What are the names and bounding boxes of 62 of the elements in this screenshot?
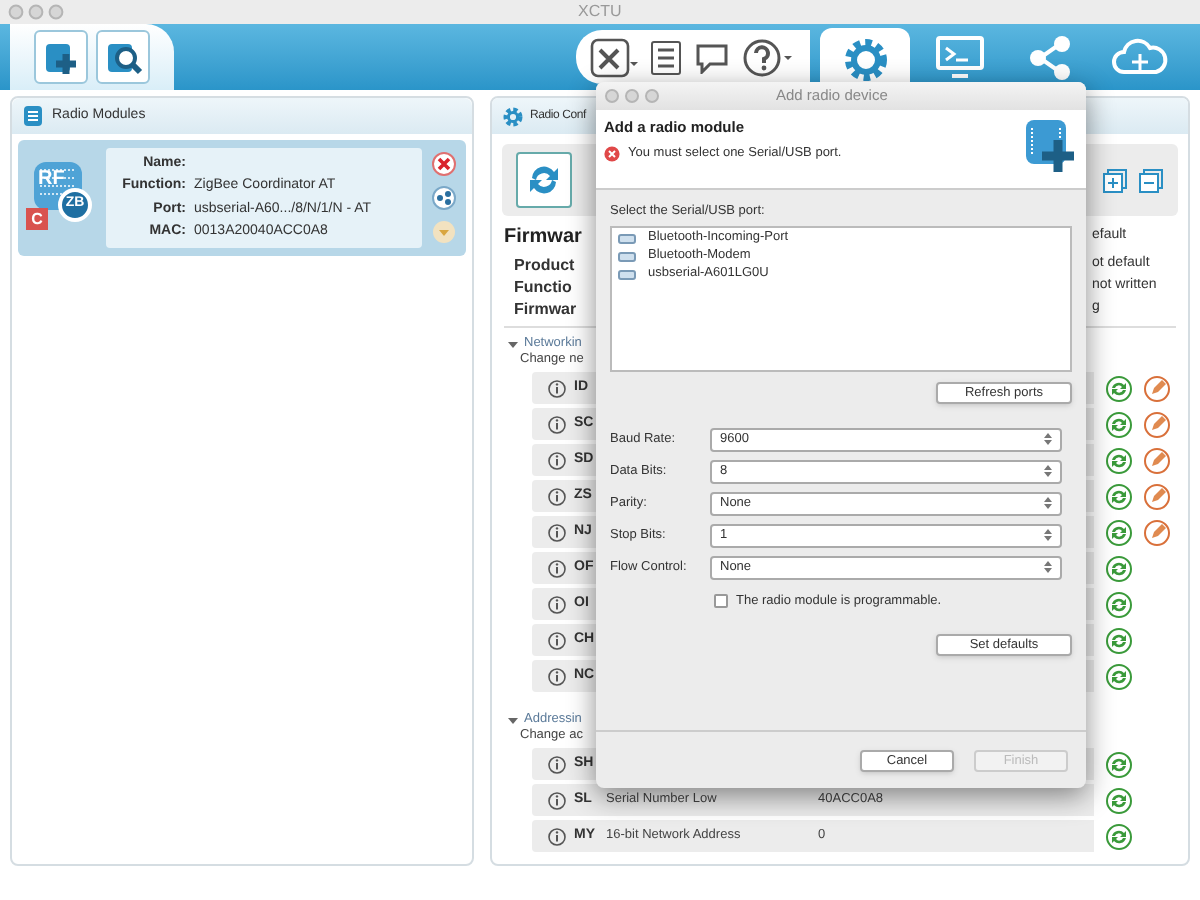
info-icon[interactable] [548,379,566,397]
refresh-icon[interactable] [1106,751,1132,777]
info-icon[interactable] [548,523,566,541]
protocol-label: RF [38,166,65,194]
refresh-icon[interactable] [1106,411,1132,437]
expander-icon[interactable] [508,339,518,349]
programmable-checkbox[interactable] [714,594,728,609]
stepper-icon [1044,496,1052,511]
error-icon [604,146,620,163]
info-icon[interactable] [548,415,566,433]
refresh-icon[interactable] [1106,663,1132,689]
network-icon[interactable] [432,186,456,210]
chat-icon[interactable] [694,41,730,73]
refresh-icon[interactable] [1106,823,1132,849]
monitor-icon [934,33,986,81]
gear-icon [839,33,891,85]
stepper-icon [1044,560,1052,575]
module-icon [22,104,44,128]
read-button[interactable] [516,152,572,208]
refresh-icon[interactable] [1106,375,1132,401]
stepper-icon [1044,464,1052,479]
pencil-icon[interactable] [1144,519,1170,545]
pencil-icon[interactable] [1144,447,1170,473]
stepper-icon [1044,528,1052,543]
pencil-icon[interactable] [1144,411,1170,437]
refresh-icon[interactable] [1106,591,1132,617]
firmware-label: Functio [512,275,572,299]
window-title: XCTU [578,0,622,24]
tools-icon[interactable] [590,37,638,77]
refresh-icon[interactable] [1106,787,1132,813]
info-icon[interactable] [548,755,566,773]
list-icon[interactable] [650,39,682,75]
network-icon [1024,33,1076,81]
firmware-title: Firmwar [504,223,582,251]
info-icon[interactable] [548,487,566,505]
stepper-icon [1044,432,1052,447]
info-icon[interactable] [548,667,566,685]
add-module-button[interactable] [34,30,88,84]
close-icon[interactable] [432,152,456,176]
firmware-label: Product [512,253,575,277]
add-module-icon [1022,116,1078,176]
info-icon[interactable] [548,559,566,577]
pencil-icon[interactable] [1144,483,1170,509]
role-badge: C [26,208,48,230]
refresh-icon[interactable] [1106,627,1132,653]
pencil-icon[interactable] [1144,375,1170,401]
refresh-icon[interactable] [1106,519,1132,545]
refresh-icon[interactable] [1106,483,1132,509]
refresh-icon[interactable] [1106,555,1132,581]
help-icon[interactable] [742,37,794,77]
gear-icon [502,105,524,127]
expand-icon[interactable] [1102,167,1128,193]
refresh-icon[interactable] [1106,447,1132,473]
info-icon[interactable] [548,451,566,469]
discover-button[interactable] [96,30,150,84]
info-icon[interactable] [548,595,566,613]
info-icon[interactable] [548,791,566,809]
collapse-icon[interactable] [1138,167,1164,193]
info-icon[interactable] [548,827,566,845]
info-icon[interactable] [548,631,566,649]
expander-icon[interactable] [508,715,518,725]
firmware-label: Firmwar [512,297,577,321]
